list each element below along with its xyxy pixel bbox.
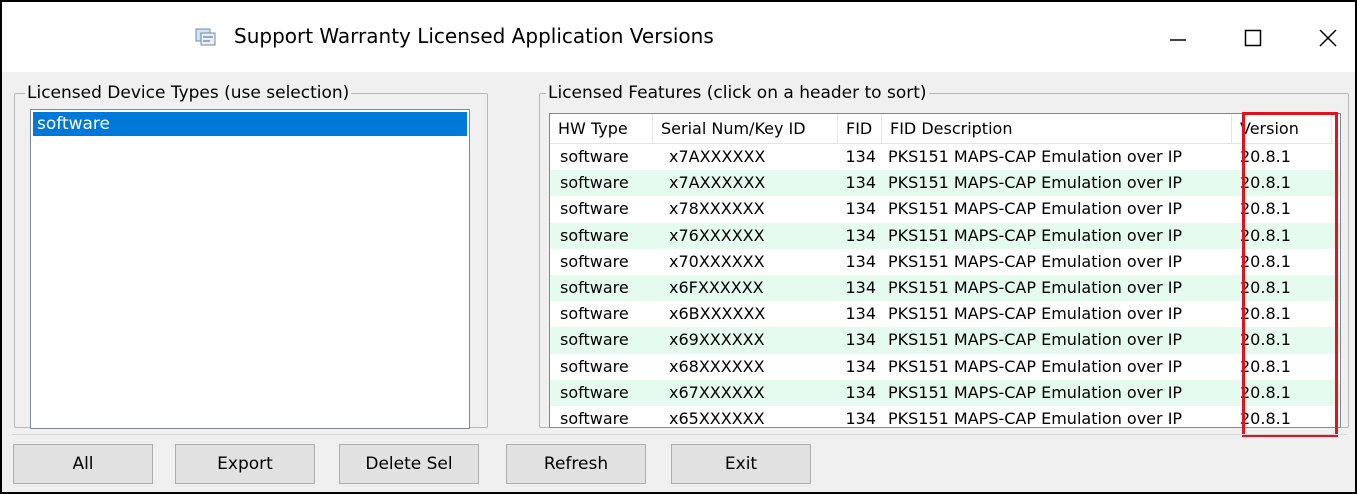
cell-version: 20.8.1 (1240, 330, 1291, 350)
table-row[interactable]: software x7AXXXXXX 134 PKS151 MAPS-CAP Emul… (550, 170, 1340, 197)
device-type-item-software[interactable]: software (33, 112, 467, 136)
cell-fid-description: PKS151 MAPS-CAP Emulation over IP (888, 304, 1183, 324)
cell-serial: x65XXXXXX (669, 408, 765, 428)
cell-fid-description: PKS151 MAPS-CAP Emulation over IP (888, 225, 1183, 245)
table-header: HW Type Serial Num/Key ID FID FID Descri… (550, 114, 1340, 144)
cell-serial: x6FXXXXXX (669, 277, 764, 297)
cell-fid: 134 (845, 277, 876, 297)
refresh-button[interactable]: Refresh (506, 444, 646, 484)
cell-fid-description: PKS151 MAPS-CAP Emulation over IP (888, 277, 1183, 297)
table-row[interactable]: software x69XXXXXX 134 PKS151 MAPS-CAP Emul… (550, 327, 1340, 354)
cell-fid-description: PKS151 MAPS-CAP Emulation over IP (888, 173, 1183, 193)
cell-version: 20.8.1 (1240, 277, 1291, 297)
column-header-fid-description[interactable]: FID Description (882, 114, 1232, 143)
cell-fid: 134 (845, 199, 876, 219)
close-button[interactable] (1305, 16, 1351, 60)
column-header-version[interactable]: Version (1232, 114, 1332, 143)
cell-version: 20.8.1 (1240, 199, 1291, 219)
table-body: software x7AXXXXXX 134 PKS151 MAPS-CAP Emul… (550, 144, 1340, 428)
cell-hw-type: software (560, 225, 629, 245)
cell-serial: x69XXXXXX (669, 330, 765, 350)
cell-serial: x70XXXXXX (669, 251, 765, 271)
cell-version: 20.8.1 (1240, 304, 1291, 324)
licensed-features-table[interactable]: HW Type Serial Num/Key ID FID FID Descri… (549, 113, 1341, 428)
cell-fid: 134 (845, 225, 876, 245)
minimize-button[interactable] (1155, 16, 1201, 60)
table-row[interactable]: software x6BXXXXXX 134 PKS151 MAPS-CAP Emul… (550, 301, 1340, 327)
cell-hw-type: software (560, 251, 629, 271)
cell-serial: x78XXXXXX (669, 199, 765, 219)
cell-version: 20.8.1 (1240, 147, 1291, 166)
table-row[interactable]: software x67XXXXXX 134 PKS151 MAPS-CAP Emul… (550, 379, 1340, 406)
cell-version: 20.8.1 (1240, 382, 1291, 402)
cell-hw-type: software (560, 330, 629, 350)
cell-serial: x7AXXXXXX (669, 147, 766, 166)
divider (12, 434, 1347, 435)
exit-button[interactable]: Exit (671, 444, 811, 484)
window-title: Support Warranty Licensed Application Ve… (234, 24, 714, 48)
cell-hw-type: software (560, 408, 629, 428)
cell-fid: 134 (845, 304, 876, 324)
cell-fid-description: PKS151 MAPS-CAP Emulation over IP (888, 199, 1183, 219)
cell-fid: 134 (845, 382, 876, 402)
cell-fid: 134 (845, 408, 876, 428)
table-row[interactable]: software x78XXXXXX 134 PKS151 MAPS-CAP Emul… (550, 196, 1340, 222)
table-row[interactable]: software x70XXXXXX 134 PKS151 MAPS-CAP Emul… (550, 249, 1340, 275)
column-header-fid[interactable]: FID (838, 114, 882, 143)
device-types-list[interactable]: software (30, 109, 470, 429)
cell-fid-description: PKS151 MAPS-CAP Emulation over IP (888, 251, 1183, 271)
cell-version: 20.8.1 (1240, 408, 1291, 428)
cell-hw-type: software (560, 382, 629, 402)
cell-fid: 134 (845, 251, 876, 271)
cell-serial: x68XXXXXX (669, 356, 765, 376)
title-bar[interactable]: Support Warranty Licensed Application Ve… (2, 2, 1355, 72)
delete-sel-button[interactable]: Delete Sel (339, 444, 479, 484)
table-row[interactable]: software x68XXXXXX 134 PKS151 MAPS-CAP Emul… (550, 354, 1340, 380)
table-row[interactable]: software x65XXXXXX 134 PKS151 MAPS-CAP Emul… (550, 406, 1340, 428)
cell-fid-description: PKS151 MAPS-CAP Emulation over IP (888, 147, 1183, 166)
cell-hw-type: software (560, 173, 629, 193)
cell-version: 20.8.1 (1240, 356, 1291, 376)
cell-fid-description: PKS151 MAPS-CAP Emulation over IP (888, 356, 1183, 376)
table-row[interactable]: software x76XXXXXX 134 PKS151 MAPS-CAP Emul… (550, 222, 1340, 249)
licensed-features-label: Licensed Features (click on a header to … (546, 83, 929, 103)
cell-fid-description: PKS151 MAPS-CAP Emulation over IP (888, 382, 1183, 402)
cell-hw-type: software (560, 304, 629, 324)
cell-hw-type: software (560, 356, 629, 376)
cell-version: 20.8.1 (1240, 251, 1291, 271)
cell-fid-description: PKS151 MAPS-CAP Emulation over IP (888, 408, 1183, 428)
cell-hw-type: software (560, 277, 629, 297)
app-window: Support Warranty Licensed Application Ve… (0, 0, 1357, 494)
cell-fid: 134 (845, 147, 876, 166)
cell-fid: 134 (845, 356, 876, 376)
cell-version: 20.8.1 (1240, 173, 1291, 193)
cell-serial: x7AXXXXXX (669, 173, 766, 193)
maximize-icon (1244, 29, 1262, 47)
table-row[interactable]: software x7AXXXXXX 134 PKS151 MAPS-CAP Emul… (550, 144, 1340, 170)
column-header-serial[interactable]: Serial Num/Key ID (653, 114, 838, 143)
table-row[interactable]: software x6FXXXXXX 134 PKS151 MAPS-CAP Emul… (550, 274, 1340, 302)
maximize-button[interactable] (1230, 16, 1276, 60)
cell-serial: x76XXXXXX (669, 225, 765, 245)
device-types-label: Licensed Device Types (use selection) (25, 83, 352, 103)
cell-serial: x6BXXXXXX (669, 304, 766, 324)
minimize-icon (1170, 39, 1186, 41)
close-icon (1319, 29, 1337, 47)
cell-fid-description: PKS151 MAPS-CAP Emulation over IP (888, 330, 1183, 350)
cell-serial: x67XXXXXX (669, 382, 765, 402)
cell-hw-type: software (560, 147, 629, 166)
cell-fid: 134 (845, 330, 876, 350)
cell-fid: 134 (845, 173, 876, 193)
column-header-hw-type[interactable]: HW Type (550, 114, 653, 143)
export-button[interactable]: Export (175, 444, 315, 484)
all-button[interactable]: All (13, 444, 153, 484)
cell-version: 20.8.1 (1240, 225, 1291, 245)
application-icon (195, 28, 216, 46)
cell-hw-type: software (560, 199, 629, 219)
